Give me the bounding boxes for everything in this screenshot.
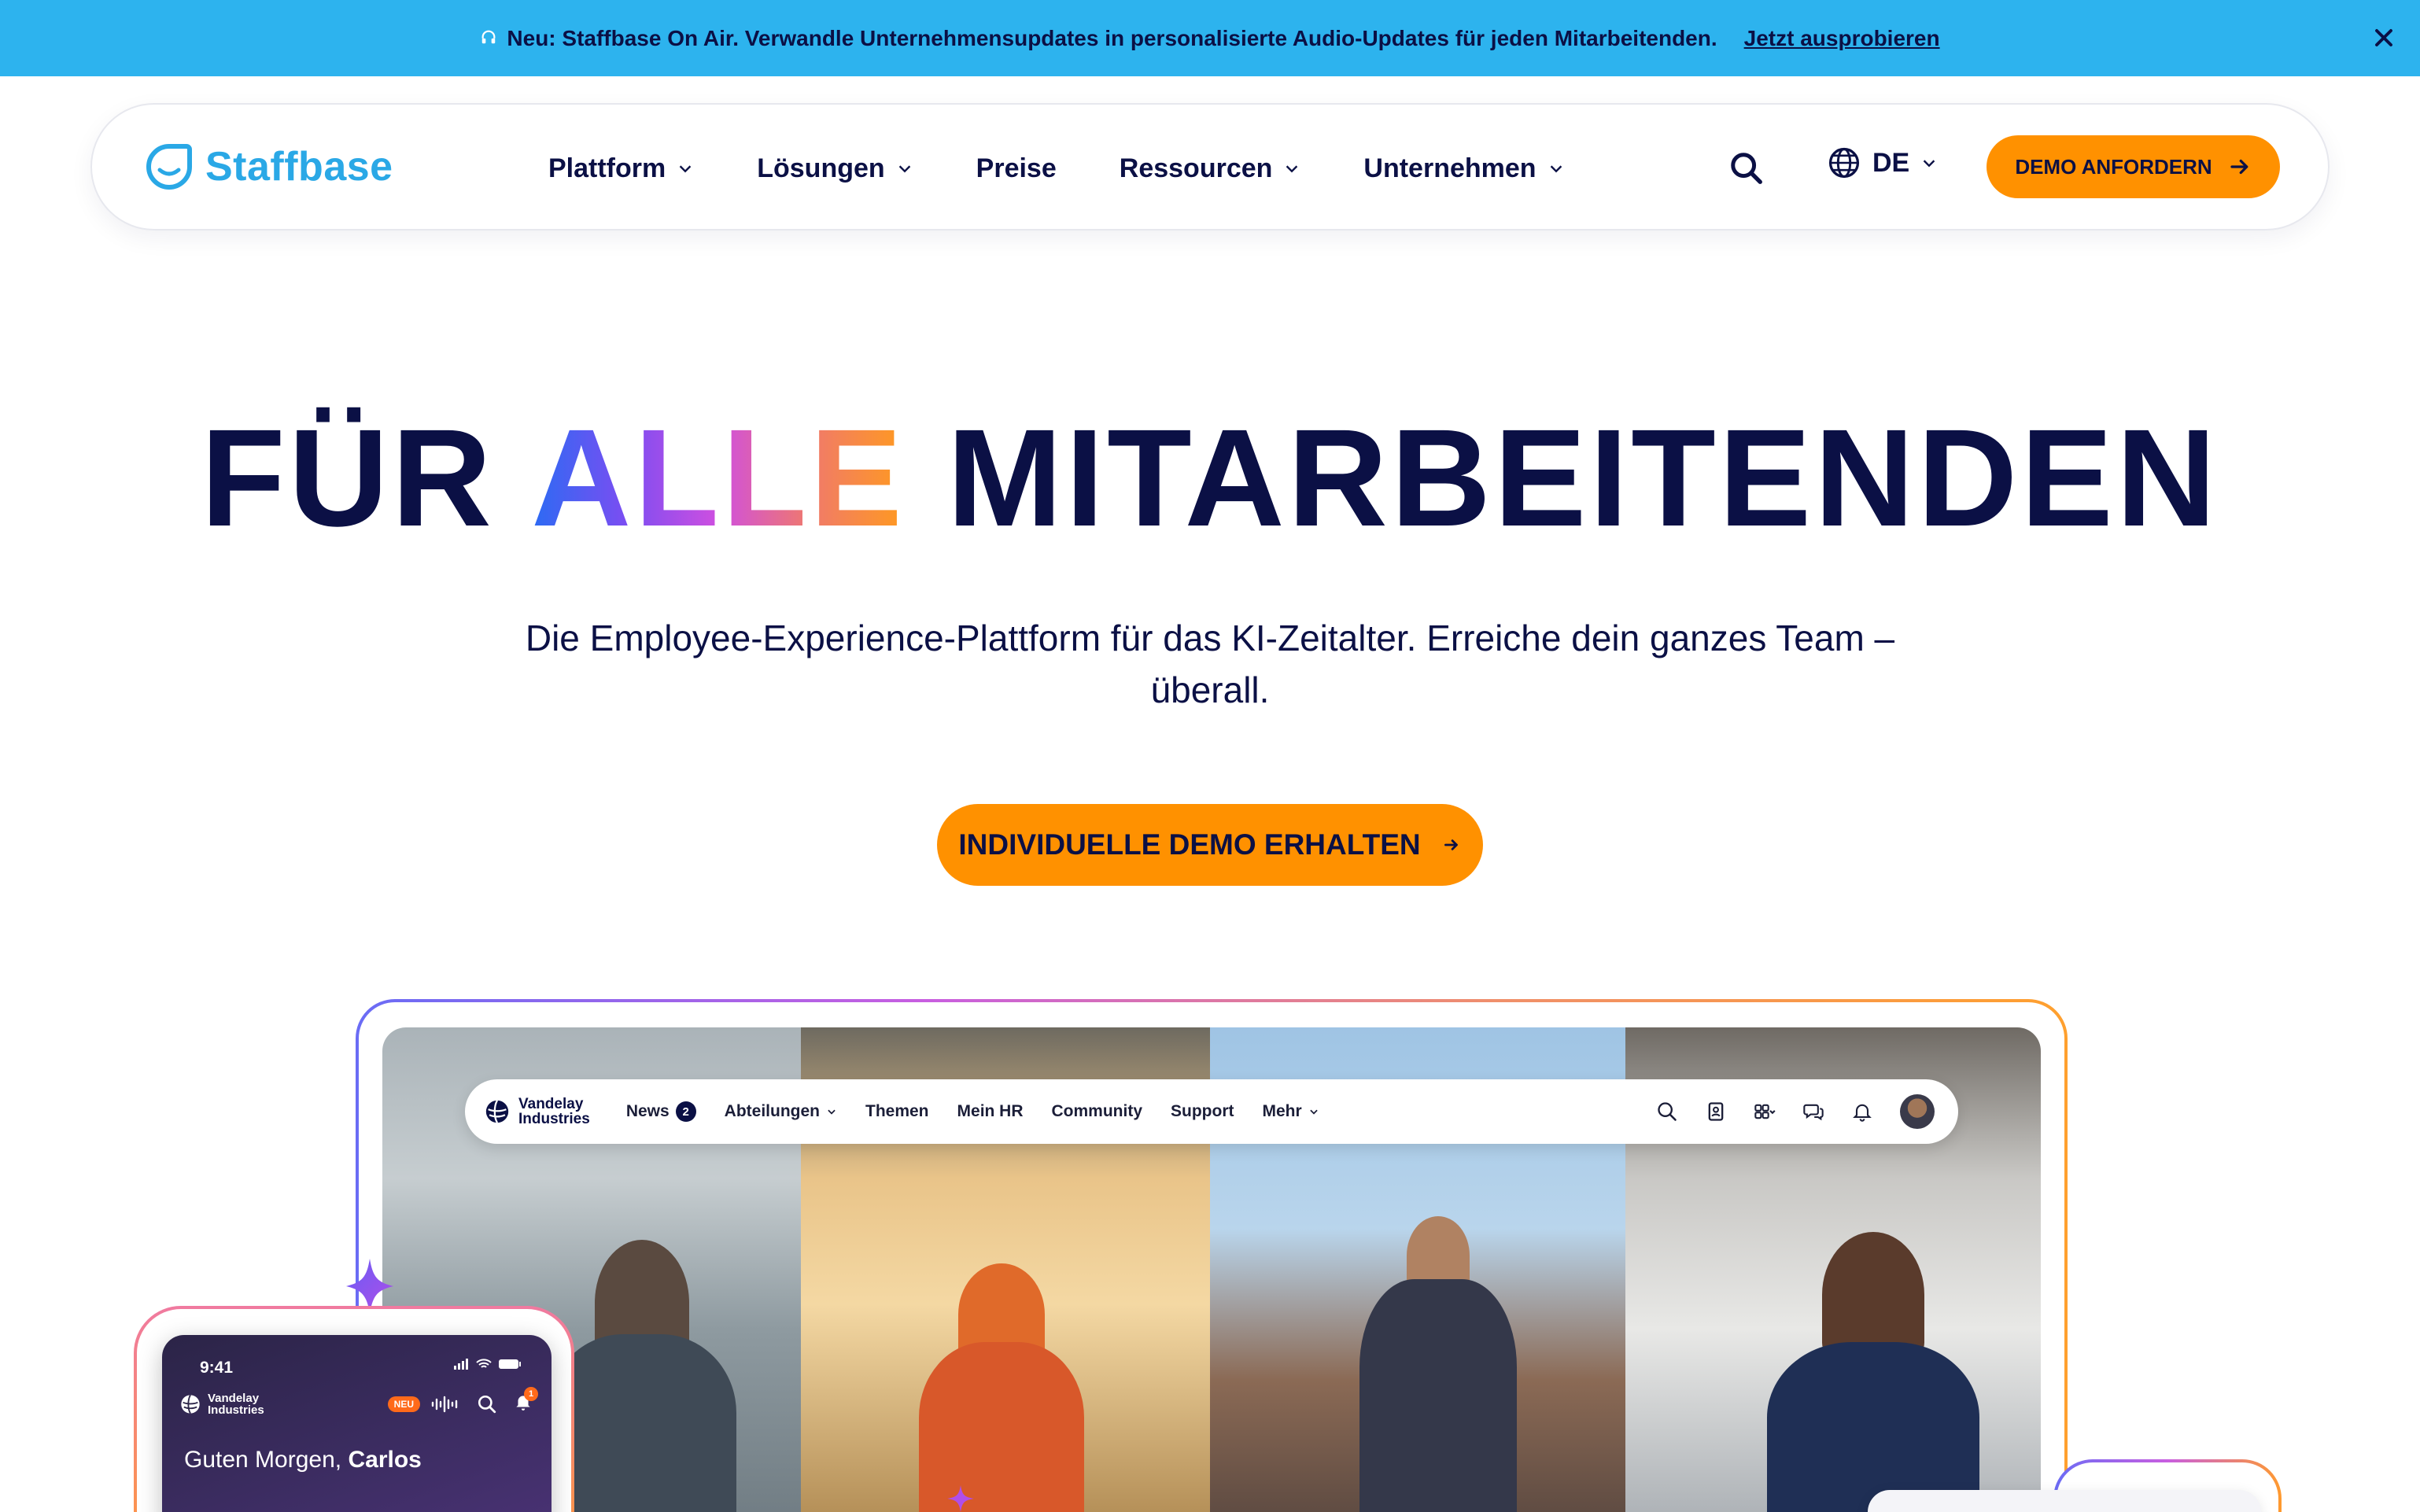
side-card [1868, 1490, 2261, 1512]
vandelay-logo[interactable]: Vandelay Industries [484, 1097, 590, 1127]
greeting-name: Carlos [348, 1447, 422, 1473]
notification-bell[interactable]: 1 [513, 1387, 538, 1416]
intranet-item-abteilungen[interactable]: Abteilungen [725, 1102, 837, 1121]
chevron-down-icon [898, 165, 910, 173]
signal-icon [454, 1359, 468, 1370]
new-badge: NEU [387, 1396, 420, 1412]
announcement-text-wrap: Neu: Staffbase On Air. Verwandle Unterne… [480, 26, 1717, 51]
intranet-item-label: Themen [865, 1102, 929, 1120]
nav-menu: Plattform Lösungen Preise Ressourcen Unt… [548, 105, 1565, 232]
avatar[interactable] [1900, 1094, 1935, 1129]
demo-request-button[interactable]: DEMO ANFORDERN [1987, 135, 2280, 198]
phone-status-bar [454, 1359, 522, 1370]
intranet-item-community[interactable]: Community [1052, 1102, 1143, 1121]
intranet-item-support[interactable]: Support [1171, 1102, 1234, 1121]
hero-title-part1: FÜR [201, 401, 495, 555]
hero-demo-label: INDIVIDUELLE DEMO ERHALTEN [958, 828, 1421, 861]
hero-title-part2: MITARBEITENDEN [946, 401, 2219, 555]
logo-text: Staffbase [205, 144, 393, 190]
hero-subtitle: Die Employee-Experience-Plattform für da… [525, 618, 1895, 710]
vandelay-logo[interactable]: Vandelay Industries [179, 1392, 264, 1416]
hero-title-highlight: ALLE [531, 401, 906, 555]
nav-item-label: Unternehmen [1363, 153, 1536, 183]
intranet-toolbar [1656, 1079, 1935, 1144]
vandelay-line2: Industries [518, 1111, 590, 1127]
news-count-badge: 2 [675, 1101, 696, 1122]
phone-header: Vandelay Industries NEU 1 [179, 1387, 538, 1416]
nav-item-label: Ressourcen [1119, 153, 1273, 183]
nav-item-loesungen[interactable]: Lösungen [757, 153, 913, 184]
search-icon[interactable] [1728, 150, 1765, 186]
contact-card-icon[interactable] [1705, 1101, 1727, 1123]
phone-toolbar: 1 [431, 1387, 538, 1416]
headphones-icon [480, 26, 497, 51]
main-navigation: Staffbase Plattform Lösungen Preise Ress… [90, 103, 2330, 230]
intranet-item-label: Support [1171, 1102, 1234, 1120]
announcement-text: Neu: Staffbase On Air. Verwandle Unterne… [507, 25, 1717, 50]
intranet-menu: News 2 Abteilungen Themen Mein HR Commun… [626, 1101, 1319, 1122]
wifi-icon [476, 1359, 492, 1368]
intranet-item-label: Community [1051, 1102, 1143, 1120]
phone-brand-line1: Vandelay [208, 1391, 260, 1405]
chevron-down-icon [828, 1109, 836, 1115]
nav-item-label: Preise [976, 153, 1057, 183]
vandelay-globe-icon [485, 1100, 509, 1123]
close-icon[interactable] [2370, 24, 2398, 52]
intranet-item-news[interactable]: News 2 [626, 1101, 696, 1122]
intranet-item-mehr[interactable]: Mehr [1263, 1102, 1319, 1121]
chevron-down-icon [1923, 160, 1935, 168]
announcement-bar: Neu: Staffbase On Air. Verwandle Unterne… [0, 0, 2420, 76]
mobile-app-preview: 9:41 Vandelay Industries NEU 1 Guten Mor… [162, 1335, 552, 1512]
intranet-item-label: Mehr [1262, 1102, 1302, 1120]
battery-icon [499, 1359, 521, 1369]
search-icon[interactable] [1656, 1101, 1678, 1123]
hero-title: FÜR ALLE MITARBEITENDEN [0, 409, 2420, 548]
notification-count: 1 [524, 1387, 538, 1401]
nav-item-ressourcen[interactable]: Ressourcen [1120, 153, 1301, 184]
language-selector[interactable]: DE [1827, 146, 1938, 180]
nav-item-plattform[interactable]: Plattform [548, 153, 694, 184]
nav-item-preise[interactable]: Preise [976, 153, 1057, 184]
nav-item-label: Lösungen [757, 153, 885, 183]
phone-time: 9:41 [200, 1359, 234, 1377]
arrow-right-icon [1444, 839, 1458, 850]
search-icon[interactable] [477, 1394, 497, 1414]
intranet-item-themen[interactable]: Themen [865, 1102, 929, 1121]
demo-request-label: DEMO ANFORDERN [2015, 154, 2212, 179]
chevron-down-icon [679, 165, 692, 173]
bell-icon[interactable] [1851, 1101, 1873, 1123]
phone-greeting: Guten Morgen, Carlos [184, 1447, 422, 1473]
staffbase-logo[interactable]: Staffbase [144, 142, 393, 192]
intranet-navigation: Vandelay Industries News 2 Abteilungen T… [465, 1079, 1958, 1144]
arrow-right-icon [2230, 159, 2248, 175]
nav-item-unternehmen[interactable]: Unternehmen [1363, 153, 1564, 184]
staffbase-logo-icon [146, 144, 192, 190]
vandelay-line1: Vandelay [518, 1096, 584, 1112]
nav-item-label: Plattform [548, 153, 666, 183]
audio-wave-icon[interactable] [431, 1395, 461, 1414]
hero-demo-button[interactable]: INDIVIDUELLE DEMO ERHALTEN [937, 804, 1483, 886]
language-label: DE [1872, 147, 1910, 178]
chevron-down-icon [1550, 165, 1562, 173]
apps-grid-icon[interactable] [1754, 1101, 1776, 1123]
chat-icon[interactable] [1802, 1101, 1824, 1123]
chevron-down-icon [1286, 165, 1298, 173]
intranet-item-label: News [625, 1102, 670, 1120]
greeting-text: Guten Morgen, [184, 1447, 342, 1473]
intranet-item-label: Mein HR [957, 1102, 1024, 1120]
intranet-item-label: Abteilungen [724, 1102, 820, 1120]
globe-icon [1828, 147, 1860, 179]
intranet-item-mein-hr[interactable]: Mein HR [957, 1102, 1024, 1121]
announcement-cta-link[interactable]: Jetzt ausprobieren [1744, 26, 1940, 51]
chevron-down-icon [1309, 1109, 1318, 1115]
vandelay-globe-icon [181, 1394, 200, 1414]
phone-brand-line2: Industries [208, 1403, 264, 1417]
sparkle-icon [947, 1485, 974, 1512]
